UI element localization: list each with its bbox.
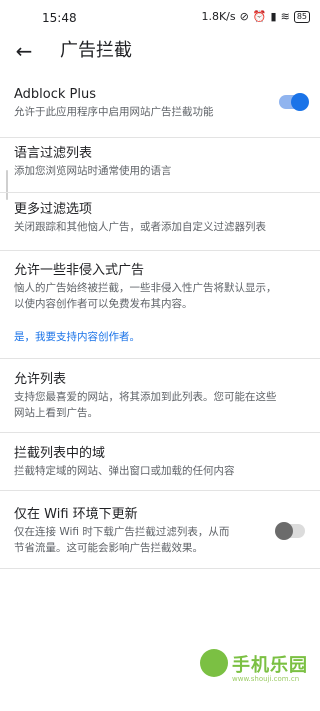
- alarm-icon: ⏰: [252, 10, 267, 23]
- status-bar: 15:48 1.8K/s ⊘ ⏰ ▮ ≋ 85: [0, 0, 320, 34]
- divider: [0, 137, 320, 138]
- toggle-knob: [291, 93, 309, 111]
- adblock-toggle[interactable]: [279, 93, 309, 111]
- back-arrow-icon[interactable]: ←: [12, 40, 36, 64]
- setting-description-line: 支持您最喜爱的网站，将其添加到此列表。您可能在这些: [14, 391, 277, 403]
- network-speed: 1.8K/s: [201, 10, 236, 23]
- setting-title: 语言过滤列表: [14, 146, 93, 161]
- page-title: 广告拦截: [60, 40, 132, 61]
- status-icons: 1.8K/s ⊘ ⏰ ▮ ≋ 85: [201, 10, 310, 24]
- signal-icon: ▮: [270, 10, 277, 23]
- setting-wifi-only-update[interactable]: 仅在 Wifi 环境下更新 仅在连接 Wifi 时下载广告拦截过滤列表，从而 节…: [0, 498, 320, 563]
- setting-description: 添加您浏览网站时通常使用的语言: [14, 165, 172, 177]
- divider: [0, 250, 320, 251]
- setting-more-filters[interactable]: 更多过滤选项 关闭跟踪和其他恼人广告，或者添加自定义过滤器列表: [0, 196, 320, 241]
- divider: [0, 192, 320, 193]
- setting-description-line: 以使内容创作者可以免费发布其内容。: [14, 298, 193, 310]
- setting-allowlist[interactable]: 允许列表 支持您最喜爱的网站，将其添加到此列表。您可能在这些 网站上看到广告。: [0, 364, 320, 424]
- setting-description: 允许于此应用程序中启用网站广告拦截功能: [14, 106, 214, 118]
- setting-description: 拦截特定域的网站、弹出窗口或加载的任何内容: [14, 465, 235, 477]
- setting-description: 关闭跟踪和其他恼人广告，或者添加自定义过滤器列表: [14, 221, 266, 233]
- setting-language-filter[interactable]: 语言过滤列表 添加您浏览网站时通常使用的语言: [0, 140, 320, 185]
- toggle-knob: [275, 522, 293, 540]
- setting-blocked-domains[interactable]: 拦截列表中的域 拦截特定域的网站、弹出窗口或加载的任何内容: [0, 438, 320, 483]
- watermark-subtext: www.shouji.com.cn: [232, 675, 300, 683]
- divider: [0, 568, 320, 569]
- setting-title: 允许一些非侵入式广告: [14, 263, 145, 278]
- setting-description-line: 节省流量。这可能会影响广告拦截效果。: [14, 542, 203, 554]
- wifi-only-toggle[interactable]: [275, 522, 305, 540]
- setting-description-line: 恼人的广告始终被拦截，一些非侵入性广告将默认显示，: [14, 282, 277, 294]
- setting-title: 拦截列表中的域: [14, 446, 106, 461]
- battery-icon: 85: [293, 11, 310, 23]
- divider: [0, 490, 320, 491]
- setting-description-line: 仅在连接 Wifi 时下载广告拦截过滤列表，从而: [14, 526, 230, 538]
- watermark-icon: [200, 649, 228, 677]
- watermark-logo: 手机乐园 www.shouji.com.cn: [192, 641, 312, 701]
- setting-title: 允许列表: [14, 372, 67, 387]
- divider: [0, 432, 320, 433]
- setting-description-line: 网站上看到广告。: [14, 407, 98, 419]
- support-creators-link[interactable]: 是，我要支持内容创作者。: [14, 329, 140, 345]
- setting-title: Adblock Plus: [14, 87, 97, 102]
- watermark-text: 手机乐园: [232, 655, 308, 676]
- setting-acceptable-ads[interactable]: 允许一些非侵入式广告 恼人的广告始终被拦截，一些非侵入性广告将默认显示， 以使内…: [0, 254, 320, 354]
- wifi-icon: ≋: [280, 10, 290, 23]
- mute-icon: ⊘: [239, 10, 249, 23]
- status-time: 15:48: [42, 11, 77, 25]
- setting-title: 更多过滤选项: [14, 202, 93, 217]
- setting-adblock-plus[interactable]: Adblock Plus 允许于此应用程序中启用网站广告拦截功能: [0, 80, 320, 130]
- app-bar: ← 广告拦截: [0, 34, 320, 68]
- setting-title: 仅在 Wifi 环境下更新: [14, 507, 138, 522]
- divider: [0, 358, 320, 359]
